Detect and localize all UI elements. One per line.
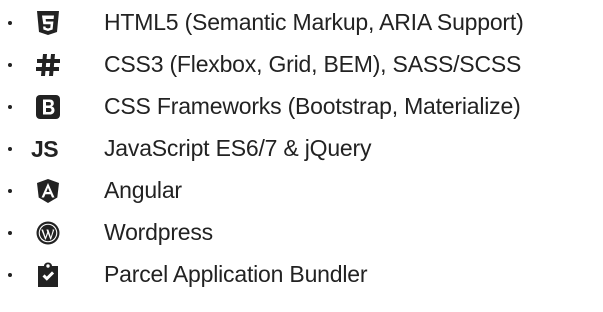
bullet [8, 189, 12, 193]
skill-label: CSS3 (Flexbox, Grid, BEM), SASS/SCSS [104, 51, 522, 77]
javascript-icon: JS [31, 136, 59, 162]
skill-item-parcel: Parcel Application Bundler [0, 252, 603, 292]
bullet [8, 231, 12, 235]
skill-label: Angular [104, 177, 182, 203]
bullet [8, 21, 12, 25]
bullet [8, 63, 12, 67]
skill-label: Parcel Application Bundler [104, 261, 368, 287]
clipboard-check-icon [35, 262, 61, 288]
bullet [8, 147, 12, 151]
skill-label: JavaScript ES6/7 & jQuery [104, 135, 372, 161]
html5-icon [35, 10, 61, 36]
bootstrap-icon [35, 94, 61, 120]
skill-item-wordpress: Wordpress [0, 210, 603, 250]
skill-item-javascript: JS JavaScript ES6/7 & jQuery [0, 126, 603, 166]
bullet [8, 273, 12, 277]
wordpress-icon [35, 220, 61, 246]
skill-label: CSS Frameworks (Bootstrap, Materialize) [104, 93, 521, 119]
skill-label: Wordpress [104, 219, 213, 245]
skill-item-angular: Angular [0, 168, 603, 208]
skill-item-bootstrap: CSS Frameworks (Bootstrap, Materialize) [0, 84, 603, 124]
bullet [8, 105, 12, 109]
skill-item-html5: HTML5 (Semantic Markup, ARIA Support) [0, 0, 603, 40]
skill-label: HTML5 (Semantic Markup, ARIA Support) [104, 9, 524, 35]
angular-icon [35, 178, 61, 204]
css3-hash-icon [35, 52, 61, 78]
skill-item-css3: CSS3 (Flexbox, Grid, BEM), SASS/SCSS [0, 42, 603, 82]
